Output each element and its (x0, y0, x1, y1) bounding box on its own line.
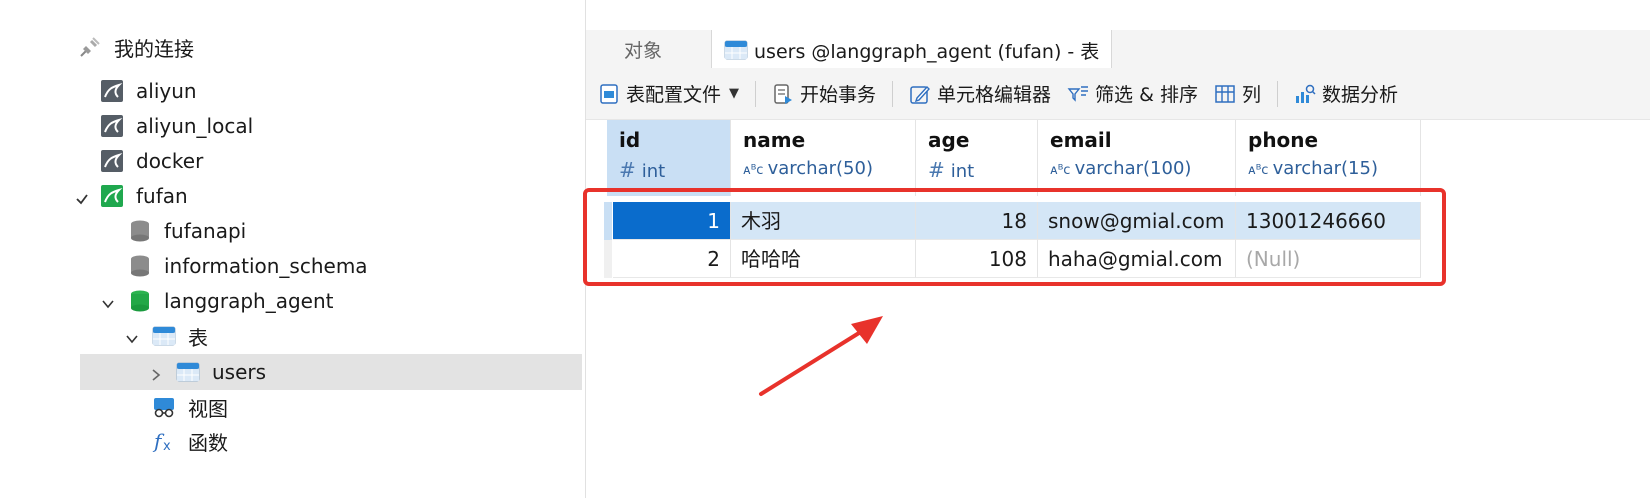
tree-item-tables-folder[interactable]: 表 (124, 319, 208, 353)
mysql-connection-icon (100, 149, 124, 173)
numeric-type-icon: # (928, 158, 945, 182)
annotation-arrow-icon (759, 316, 883, 396)
toolbar-label: 列 (1241, 84, 1261, 106)
column-header-phone[interactable]: phone ᴀᴮᴄ varchar(15) (1236, 120, 1421, 196)
table-profile-button[interactable]: 表配置文件 ▼ (590, 74, 747, 114)
column-type: ᴀᴮᴄ varchar(50) (743, 158, 873, 179)
column-name: name (743, 128, 806, 152)
toolbar-label: 开始事务 (800, 84, 877, 106)
mysql-connection-icon (100, 114, 124, 138)
tab-label: 对象 (624, 39, 663, 62)
column-type: ᴀᴮᴄ varchar(15) (1248, 158, 1378, 179)
toolbar-divider (755, 80, 757, 107)
column-type: # int (928, 158, 975, 182)
plug-icon (78, 35, 102, 59)
column-name: phone (1248, 128, 1319, 152)
table-icon (176, 360, 200, 384)
view-icon (152, 395, 176, 419)
columns-icon (1214, 83, 1236, 105)
tree-item-fufanapi[interactable]: fufanapi (128, 214, 246, 248)
chevron-right-icon[interactable] (148, 364, 164, 381)
mysql-connection-icon (100, 79, 124, 103)
navicat-window: 我的连接 aliyun aliyun_local docker fufan fu… (0, 0, 1650, 498)
tree-item-views-folder[interactable]: 视图 (152, 390, 228, 424)
tree-item-label: fufanapi (164, 219, 247, 243)
column-header-name[interactable]: name ᴀᴮᴄ varchar(50) (731, 120, 916, 196)
data-analysis-button[interactable]: 数据分析 (1286, 74, 1406, 114)
edit-icon (909, 83, 931, 105)
tree-root-label: 我的连接 (114, 36, 194, 61)
text-type-icon: ᴀᴮᴄ (1248, 163, 1273, 178)
database-icon (128, 219, 152, 243)
tree-item-users[interactable]: users (80, 354, 582, 390)
column-header-id[interactable]: id # int (607, 120, 731, 196)
annotation-highlight-box (583, 188, 1446, 286)
toolbar-divider (892, 80, 894, 107)
tree-item-label: aliyun_local (136, 114, 254, 138)
column-name: age (928, 128, 970, 152)
tab-bar: 对象 users @langgraph_agent (fufan) - 表 (586, 30, 1650, 70)
toolbar: 表配置文件 ▼ 开始事务 单元格编辑器 筛选 & 排序 列 数据分析 (586, 68, 1650, 120)
tree-item-label: 函数 (188, 430, 228, 455)
tree-item-label: information_schema (164, 254, 368, 278)
database-icon (128, 254, 152, 278)
chevron-down-icon[interactable] (124, 328, 140, 344)
toolbar-divider (1276, 80, 1278, 107)
tree-item-aliyun[interactable]: aliyun (100, 74, 197, 108)
tree-item-label: users (212, 360, 267, 384)
svg-text:x: x (163, 439, 171, 453)
chevron-down-icon[interactable] (100, 293, 116, 309)
text-type-icon: ᴀᴮᴄ (743, 163, 768, 178)
toolbar-label: 数据分析 (1321, 84, 1398, 106)
tree-item-label: 表 (188, 325, 208, 350)
tree-item-docker[interactable]: docker (100, 144, 203, 178)
cell-editor-button[interactable]: 单元格编辑器 (901, 74, 1059, 114)
tree-item-label: langgraph_agent (164, 289, 334, 313)
tab-label: users @langgraph_agent (fufan) - 表 (754, 40, 1100, 63)
columns-button[interactable]: 列 (1206, 74, 1269, 114)
tree-item-fufan[interactable]: fufan (74, 179, 188, 213)
column-type: # int (619, 158, 666, 182)
transaction-icon (772, 83, 794, 105)
function-icon: fx (152, 429, 176, 453)
caret-down-icon: ▼ (729, 86, 740, 101)
filter-icon (1067, 83, 1089, 105)
column-header-email[interactable]: email ᴀᴮᴄ varchar(100) (1038, 120, 1236, 196)
profile-icon (598, 83, 620, 105)
tree-item-aliyun-local[interactable]: aliyun_local (100, 109, 253, 143)
connection-tree: 我的连接 aliyun aliyun_local docker fufan fu… (0, 0, 585, 498)
tree-item-label: fufan (136, 184, 188, 208)
filter-sort-button[interactable]: 筛选 & 排序 (1059, 74, 1206, 114)
column-name: email (1050, 128, 1112, 152)
toolbar-label: 单元格编辑器 (937, 84, 1052, 106)
analysis-icon (1294, 83, 1316, 105)
text-type-icon: ᴀᴮᴄ (1050, 163, 1075, 178)
tab-objects[interactable]: 对象 (624, 30, 662, 68)
begin-transaction-button[interactable]: 开始事务 (764, 74, 884, 114)
toolbar-label: 筛选 & 排序 (1095, 84, 1198, 106)
column-type: ᴀᴮᴄ varchar(100) (1050, 158, 1192, 179)
tree-item-functions-folder[interactable]: fx 函数 (152, 424, 228, 458)
mysql-connection-active-icon (100, 184, 124, 208)
column-header-age[interactable]: age # int (916, 120, 1038, 196)
tree-item-label: aliyun (136, 79, 197, 103)
tree-item-label: docker (136, 149, 204, 173)
table-icon (724, 38, 748, 62)
numeric-type-icon: # (619, 158, 636, 182)
tab-users-table[interactable]: users @langgraph_agent (fufan) - 表 (711, 30, 1113, 70)
tree-root-my-connections[interactable]: 我的连接 (78, 30, 194, 64)
tree-item-label: 视图 (188, 396, 228, 421)
table-folder-icon (152, 324, 176, 348)
check-icon[interactable] (74, 188, 90, 205)
tree-item-information-schema[interactable]: information_schema (128, 249, 368, 283)
tree-item-langgraph-agent[interactable]: langgraph_agent (100, 284, 334, 318)
database-active-icon (128, 289, 152, 313)
toolbar-label: 表配置文件 (626, 84, 722, 106)
column-name: id (619, 128, 641, 152)
